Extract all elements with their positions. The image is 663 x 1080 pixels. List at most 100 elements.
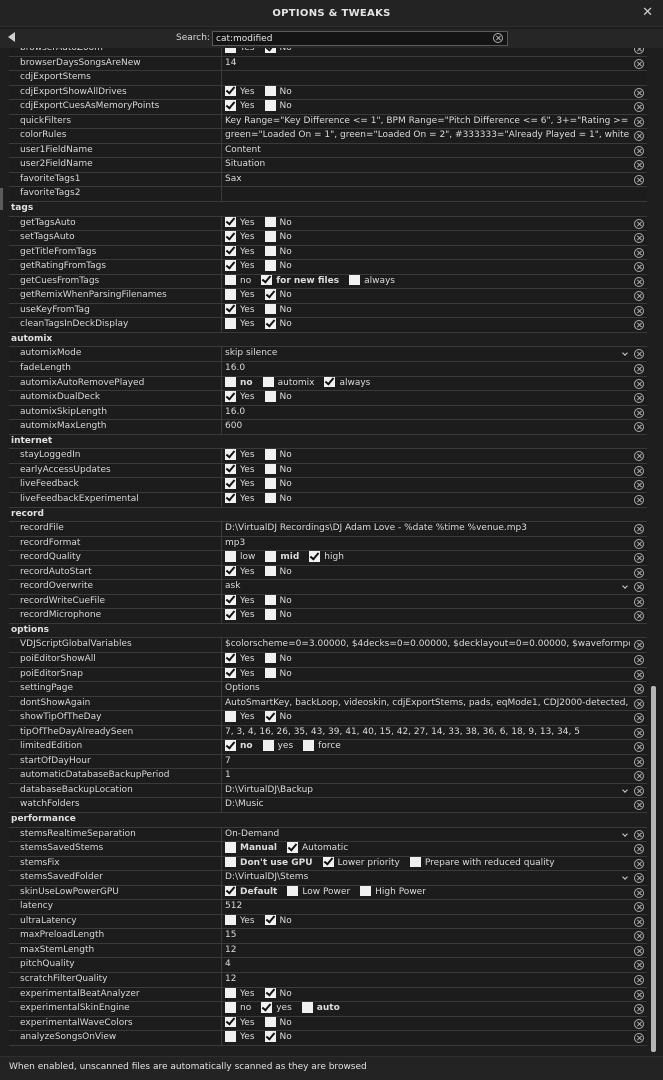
no-option[interactable]: No xyxy=(264,492,292,507)
reset-icon[interactable] xyxy=(634,596,644,607)
option-value[interactable]: mp3 xyxy=(225,537,630,551)
reset-icon[interactable] xyxy=(634,931,644,942)
reset-icon[interactable] xyxy=(634,1033,644,1044)
yes-option[interactable]: Yes xyxy=(225,245,255,260)
reset-option-button[interactable] xyxy=(634,975,644,988)
choice-option[interactable]: low xyxy=(225,551,255,565)
choice-checkbox[interactable] xyxy=(225,376,236,388)
reset-icon[interactable] xyxy=(634,524,644,535)
reset-icon[interactable] xyxy=(634,684,644,695)
no-option[interactable]: No xyxy=(264,245,292,260)
no-option[interactable]: No xyxy=(264,1016,292,1031)
reset-icon[interactable] xyxy=(634,465,644,476)
option-row[interactable]: latency 512 xyxy=(9,900,647,915)
no-checkbox[interactable] xyxy=(264,85,276,97)
option-row[interactable]: VDJScriptGlobalVariables $colorscheme=0=3… xyxy=(9,638,647,653)
reset-option-button[interactable] xyxy=(634,524,644,537)
choice-checkbox[interactable] xyxy=(262,740,274,751)
choice-checkbox[interactable] xyxy=(309,551,321,562)
yes-option[interactable]: Yes xyxy=(225,594,255,609)
option-value[interactable]: D:\VirtualDJ Recordings\DJ Adam Love - %… xyxy=(225,522,630,536)
yes-option[interactable]: Yes xyxy=(225,391,255,405)
option-value[interactable]: no for new files always xyxy=(225,274,630,289)
reset-icon[interactable] xyxy=(634,654,644,665)
reset-icon[interactable] xyxy=(634,87,644,98)
reset-option-button[interactable] xyxy=(634,654,644,668)
option-row[interactable]: tipOfTheDayAlreadySeen 7, 3, 4, 16, 26, 3… xyxy=(9,725,647,741)
option-value[interactable]: Options xyxy=(225,682,630,696)
yes-checkbox[interactable] xyxy=(225,391,236,402)
option-row[interactable]: startOfDayHour 7 xyxy=(9,754,647,770)
reset-option-button[interactable] xyxy=(634,727,644,741)
no-checkbox[interactable] xyxy=(264,100,276,111)
yes-checkbox[interactable] xyxy=(225,260,236,271)
yes-option[interactable]: Yes xyxy=(225,609,255,623)
reset-option-button[interactable] xyxy=(634,174,644,188)
no-checkbox[interactable] xyxy=(264,216,276,228)
option-row[interactable]: experimentalBeatAnalyzer Yes No xyxy=(9,987,647,1003)
reset-option-button[interactable] xyxy=(634,873,644,886)
option-value[interactable]: Yes No xyxy=(225,289,630,303)
reset-icon[interactable] xyxy=(634,771,644,782)
choice-option[interactable]: High Power xyxy=(360,885,426,900)
option-value[interactable]: 15 xyxy=(225,929,630,943)
reset-option-button[interactable] xyxy=(634,945,644,959)
yes-option[interactable]: Yes xyxy=(225,231,255,245)
no-option[interactable]: No xyxy=(264,48,292,56)
choice-checkbox[interactable] xyxy=(225,885,236,897)
option-value[interactable]: Yes No xyxy=(225,318,630,332)
yes-option[interactable]: Yes xyxy=(225,987,255,1002)
no-option[interactable]: No xyxy=(264,609,292,623)
reset-icon[interactable] xyxy=(634,233,644,244)
value-text[interactable]: 15 xyxy=(225,930,236,940)
reset-icon[interactable] xyxy=(634,975,644,985)
option-row[interactable]: colorRules green="Loaded On = 1", green="… xyxy=(9,129,647,144)
no-checkbox[interactable] xyxy=(264,987,276,999)
option-value[interactable] xyxy=(225,71,630,85)
reset-option-button[interactable] xyxy=(634,131,644,144)
reset-icon[interactable] xyxy=(634,131,644,142)
yes-option[interactable]: Yes xyxy=(225,463,255,478)
choice-option[interactable]: yes xyxy=(261,1002,292,1016)
no-option[interactable]: No xyxy=(264,594,292,609)
reset-option-button[interactable] xyxy=(634,669,644,683)
choice-option[interactable]: no xyxy=(225,1002,251,1016)
option-row[interactable]: browserDaysSongsAreNew 14 xyxy=(9,56,647,72)
yes-option[interactable]: Yes xyxy=(225,914,255,929)
value-text[interactable]: D:\VirtualDJ Recordings\DJ Adam Love - %… xyxy=(225,523,527,533)
option-row[interactable]: skinUseLowPowerGPU Default Low Power High P… xyxy=(9,885,647,901)
no-checkbox[interactable] xyxy=(264,48,276,53)
option-row[interactable]: getTagsAuto Yes No xyxy=(9,216,647,232)
reset-option-button[interactable] xyxy=(634,931,644,944)
yes-checkbox[interactable] xyxy=(225,463,236,475)
reset-icon[interactable] xyxy=(634,756,644,767)
no-checkbox[interactable] xyxy=(264,231,276,242)
option-value[interactable]: Yes No xyxy=(225,303,630,318)
option-value[interactable]: Yes No xyxy=(225,667,630,682)
no-option[interactable]: No xyxy=(264,100,292,114)
reset-option-button[interactable] xyxy=(634,58,644,72)
option-value[interactable]: Yes No xyxy=(225,391,630,405)
option-value[interactable]: Yes No xyxy=(225,48,630,56)
option-row[interactable]: stemsSavedFolder D:\VirtualDJ\Stems xyxy=(9,871,647,886)
yes-option[interactable]: Yes xyxy=(225,565,255,580)
choice-checkbox[interactable] xyxy=(287,885,299,897)
option-value[interactable]: Yes No xyxy=(225,987,630,1002)
reset-option-button[interactable] xyxy=(634,713,644,726)
value-text[interactable]: Key Range="Key Difference <= 1", BPM Ran… xyxy=(225,116,630,126)
reset-option-button[interactable] xyxy=(634,349,644,362)
yes-checkbox[interactable] xyxy=(225,303,236,315)
reset-icon[interactable] xyxy=(634,785,644,796)
reset-icon[interactable] xyxy=(634,349,644,360)
value-text[interactable]: AutoSmartKey, backLoop, videoskin, cdjEx… xyxy=(225,698,630,708)
no-option[interactable]: No xyxy=(264,711,292,725)
reset-option-button[interactable] xyxy=(634,887,644,901)
yes-option[interactable]: Yes xyxy=(225,667,255,682)
reset-option-button[interactable] xyxy=(634,582,644,595)
reset-option-button[interactable] xyxy=(634,116,644,130)
yes-checkbox[interactable] xyxy=(225,449,236,460)
reset-icon[interactable] xyxy=(634,538,644,549)
option-row[interactable]: getRemixWhenParsingFilenames Yes No xyxy=(9,289,647,304)
value-text[interactable]: 600 xyxy=(225,421,242,431)
option-value[interactable]: Yes No xyxy=(225,652,630,667)
